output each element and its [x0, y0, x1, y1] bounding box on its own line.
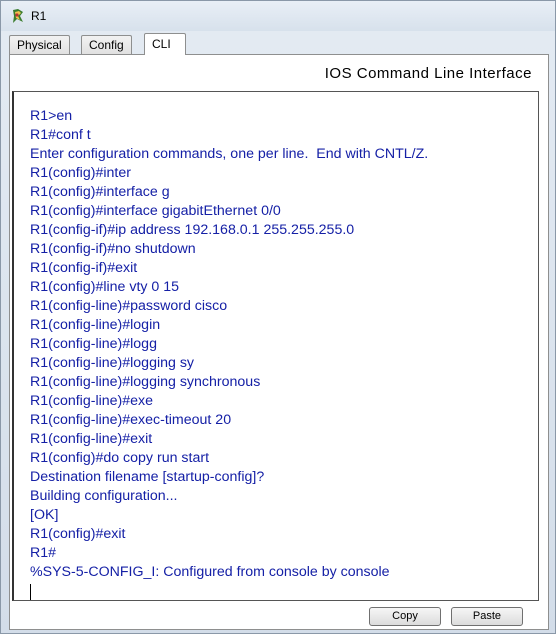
panel-heading: IOS Command Line Interface: [324, 65, 532, 82]
cli-line: Destination filename [startup-config]?: [30, 469, 265, 485]
cli-line: R1(config-line)#logging synchronous: [30, 374, 261, 390]
router-window: R1 Physical Config CLI IOS Command Line …: [0, 0, 556, 634]
cli-line: R1(config-if)#exit: [30, 260, 138, 276]
router-app-icon: [10, 8, 26, 24]
cli-line: R1(config-line)#password cisco: [30, 298, 228, 314]
cli-output: R1>en R1#conf t Enter configuration comman…: [30, 107, 538, 582]
cli-line: R1(config)#do copy run start: [30, 450, 210, 466]
tab-cli[interactable]: CLI: [144, 33, 186, 55]
text-cursor: [30, 584, 31, 600]
cli-line: R1(config)#interface gigabitEthernet 0/0: [30, 203, 281, 219]
cli-line: R1(config-line)#login: [30, 317, 161, 333]
tab-config[interactable]: Config: [81, 35, 132, 54]
cli-line: R1>en: [30, 108, 73, 124]
cli-line: Building configuration...: [30, 488, 178, 504]
cli-line: R1(config-line)#exit: [30, 431, 153, 447]
paste-button[interactable]: Paste: [451, 607, 523, 626]
cli-line: R1(config)#exit: [30, 526, 126, 542]
title-bar: R1: [1, 1, 555, 31]
cli-line: R1(config)#inter: [30, 165, 131, 181]
cli-line: R1(config-line)#logg: [30, 336, 157, 352]
tab-physical[interactable]: Physical: [9, 35, 70, 54]
cli-line: R1(config-if)#ip address 192.168.0.1 255…: [30, 222, 355, 238]
cli-line: R1(config-line)#logging sy: [30, 355, 195, 371]
cli-line: R1#conf t: [30, 127, 91, 143]
tab-bar: Physical Config CLI: [9, 33, 549, 55]
cli-line: [OK]: [30, 507, 59, 523]
cli-line: Enter configuration commands, one per li…: [30, 146, 429, 162]
cli-line: %SYS-5-CONFIG_I: Configured from console…: [30, 564, 390, 580]
cli-line: R1(config)#line vty 0 15: [30, 279, 180, 295]
cli-line: R1(config)#interface g: [30, 184, 170, 200]
cli-line: R1#: [30, 545, 57, 561]
window-title: R1: [31, 9, 47, 23]
cli-line: R1(config-line)#exe: [30, 393, 154, 409]
cli-panel: IOS Command Line Interface R1>en R1#conf …: [9, 54, 549, 630]
cli-terminal[interactable]: R1>en R1#conf t Enter configuration comman…: [12, 91, 539, 601]
cli-line: R1(config-line)#exec-timeout 20: [30, 412, 232, 428]
cli-line: R1(config-if)#no shutdown: [30, 241, 196, 257]
copy-button[interactable]: Copy: [369, 607, 441, 626]
